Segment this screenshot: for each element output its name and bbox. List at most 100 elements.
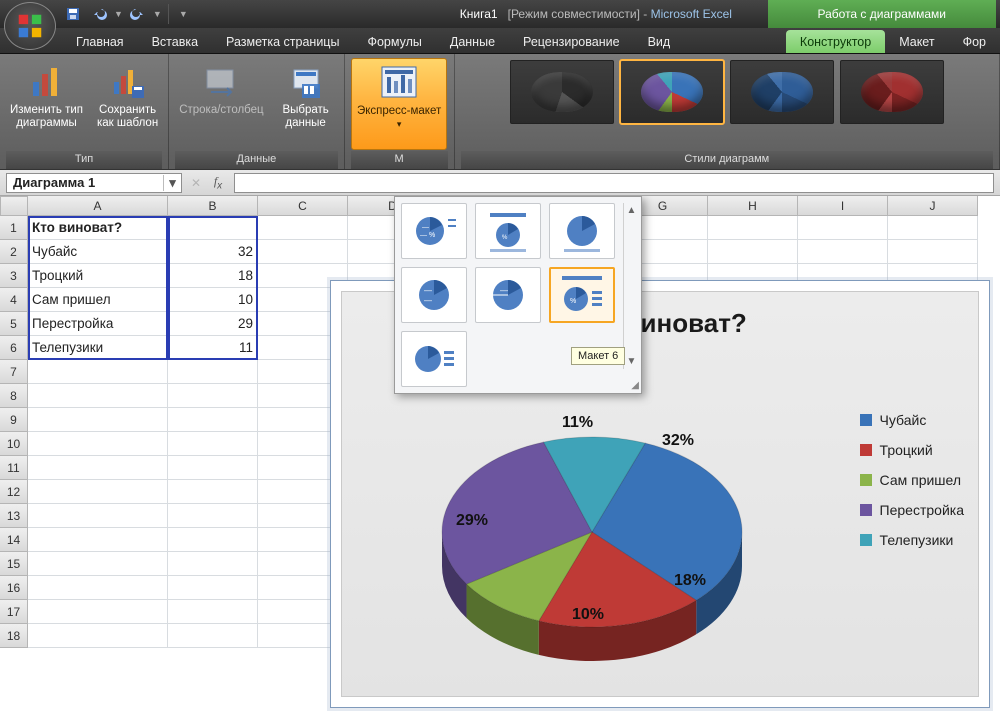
legend-item[interactable]: Чубайс: [860, 412, 964, 428]
chart-legend[interactable]: ЧубайсТроцкийСам пришелПерестройкаТелепу…: [860, 412, 964, 548]
cell[interactable]: Кто виноват?: [28, 216, 168, 240]
legend-item[interactable]: Троцкий: [860, 442, 964, 458]
layout-option-7[interactable]: [401, 331, 467, 387]
cell[interactable]: [168, 576, 258, 600]
cell[interactable]: [798, 240, 888, 264]
cell[interactable]: 29: [168, 312, 258, 336]
name-box[interactable]: Диаграмма 1 ▾: [6, 173, 182, 193]
row-header[interactable]: 3: [0, 264, 28, 288]
cell[interactable]: [28, 360, 168, 384]
cell[interactable]: [708, 240, 798, 264]
row-header[interactable]: 6: [0, 336, 28, 360]
cell[interactable]: [28, 552, 168, 576]
row-header[interactable]: 12: [0, 480, 28, 504]
cell[interactable]: 32: [168, 240, 258, 264]
tab-chart-layout[interactable]: Макет: [885, 30, 948, 53]
row-header[interactable]: 16: [0, 576, 28, 600]
row-header[interactable]: 2: [0, 240, 28, 264]
column-header[interactable]: A: [28, 196, 168, 216]
cell[interactable]: [888, 216, 978, 240]
legend-item[interactable]: Телепузики: [860, 532, 964, 548]
formula-input[interactable]: [234, 173, 994, 193]
legend-item[interactable]: Перестройка: [860, 502, 964, 518]
row-header[interactable]: 15: [0, 552, 28, 576]
cell[interactable]: [28, 480, 168, 504]
layout-option-2[interactable]: %: [475, 203, 541, 259]
qat-customize-icon[interactable]: ▼: [175, 9, 192, 19]
cell[interactable]: [168, 456, 258, 480]
cell[interactable]: [168, 360, 258, 384]
tab-insert[interactable]: Вставка: [138, 30, 212, 53]
redo-button[interactable]: [127, 3, 149, 25]
tab-page-layout[interactable]: Разметка страницы: [212, 30, 353, 53]
column-header[interactable]: C: [258, 196, 348, 216]
cell[interactable]: [28, 600, 168, 624]
row-header[interactable]: 17: [0, 600, 28, 624]
cell[interactable]: [28, 528, 168, 552]
pie-chart[interactable]: 32% 18% 10% 29% 11%: [412, 392, 772, 672]
name-box-dropdown-icon[interactable]: ▾: [163, 175, 181, 191]
worksheet[interactable]: ABCDEFGHIJ 123456789101112131415161718 К…: [0, 196, 1000, 717]
column-header[interactable]: B: [168, 196, 258, 216]
tab-view[interactable]: Вид: [634, 30, 685, 53]
save-button[interactable]: [62, 3, 84, 25]
cell[interactable]: [258, 216, 348, 240]
cell[interactable]: [168, 600, 258, 624]
cell[interactable]: [168, 408, 258, 432]
cell[interactable]: [168, 216, 258, 240]
cell[interactable]: [168, 432, 258, 456]
tab-formulas[interactable]: Формулы: [353, 30, 435, 53]
cell[interactable]: [168, 528, 258, 552]
undo-button[interactable]: [88, 3, 110, 25]
change-chart-type-button[interactable]: Изменить типдиаграммы: [6, 58, 87, 130]
row-header[interactable]: 11: [0, 456, 28, 480]
resize-grip-icon[interactable]: ◢: [631, 380, 639, 391]
cell[interactable]: Троцкий: [28, 264, 168, 288]
cell[interactable]: Телепузики: [28, 336, 168, 360]
cell[interactable]: [28, 576, 168, 600]
select-all-corner[interactable]: [0, 196, 28, 216]
cell[interactable]: [28, 384, 168, 408]
cell[interactable]: [258, 240, 348, 264]
row-header[interactable]: 4: [0, 288, 28, 312]
layout-option-1[interactable]: —— %: [401, 203, 467, 259]
cell[interactable]: [28, 408, 168, 432]
scroll-up-icon[interactable]: ▲: [625, 203, 639, 218]
row-header[interactable]: 5: [0, 312, 28, 336]
cell[interactable]: 11: [168, 336, 258, 360]
redo-dropdown-icon[interactable]: ▼: [153, 9, 162, 19]
cell[interactable]: [168, 480, 258, 504]
cell[interactable]: [708, 216, 798, 240]
fx-button[interactable]: fx: [208, 173, 228, 193]
cell[interactable]: 18: [168, 264, 258, 288]
gallery-scrollbar[interactable]: ▲ ▼: [623, 203, 639, 369]
tab-data[interactable]: Данные: [436, 30, 509, 53]
tab-home[interactable]: Главная: [62, 30, 138, 53]
tab-review[interactable]: Рецензирование: [509, 30, 634, 53]
cell[interactable]: [28, 624, 168, 648]
cell[interactable]: [888, 240, 978, 264]
row-header[interactable]: 14: [0, 528, 28, 552]
cell[interactable]: [798, 216, 888, 240]
cell[interactable]: [28, 456, 168, 480]
chart-style-3[interactable]: [730, 60, 834, 124]
scroll-down-icon[interactable]: ▼: [625, 354, 639, 369]
cell[interactable]: Чубайс: [28, 240, 168, 264]
column-header[interactable]: J: [888, 196, 978, 216]
row-header[interactable]: 13: [0, 504, 28, 528]
column-header[interactable]: I: [798, 196, 888, 216]
layout-option-4[interactable]: ——: [401, 267, 467, 323]
cell[interactable]: [168, 384, 258, 408]
cell[interactable]: [168, 504, 258, 528]
office-button[interactable]: [4, 2, 56, 50]
row-header[interactable]: 7: [0, 360, 28, 384]
row-header[interactable]: 9: [0, 408, 28, 432]
tab-chart-design[interactable]: Конструктор: [786, 30, 885, 53]
chart-style-4[interactable]: [840, 60, 944, 124]
row-header[interactable]: 18: [0, 624, 28, 648]
cancel-entry-button[interactable]: ✕: [186, 173, 206, 193]
cell[interactable]: [28, 504, 168, 528]
cell[interactable]: [168, 624, 258, 648]
cell[interactable]: 10: [168, 288, 258, 312]
switch-row-column-button[interactable]: Строка/столбец: [175, 58, 267, 117]
